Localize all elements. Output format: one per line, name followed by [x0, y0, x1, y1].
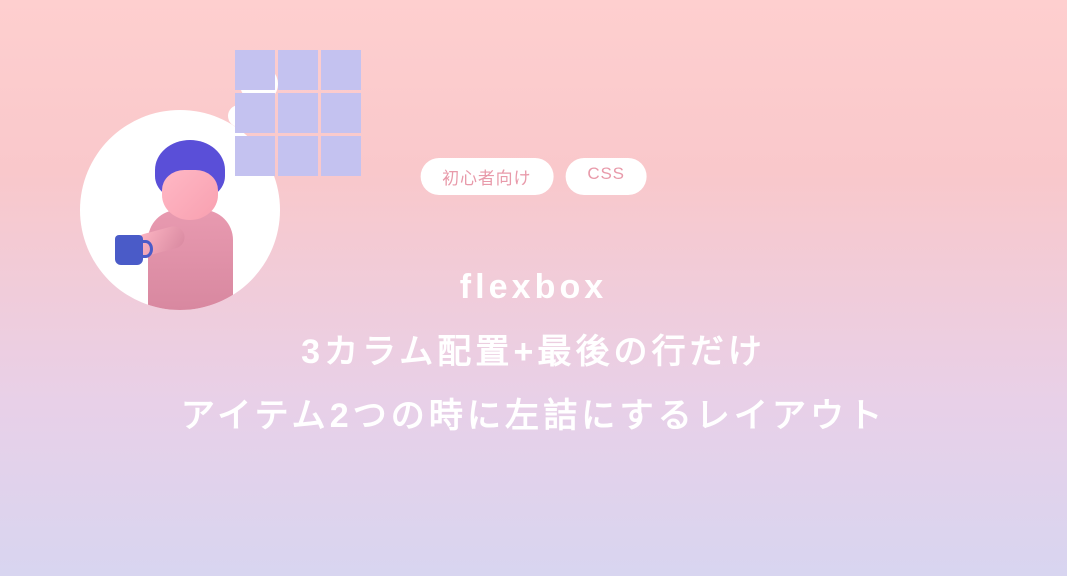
title-line-3: アイテム2つの時に左詰にするレイアウト [0, 384, 1067, 449]
title-line-2: 3カラム配置+最後の行だけ [0, 320, 1067, 385]
badge-css: CSS [565, 158, 647, 195]
grid-icon [235, 50, 361, 176]
badge-list: 初心者向け CSS [420, 158, 647, 195]
article-title: flexbox 3カラム配置+最後の行だけ アイテム2つの時に左詰にするレイアウ… [0, 255, 1067, 449]
title-line-1: flexbox [0, 255, 1067, 320]
badge-beginner: 初心者向け [420, 158, 553, 195]
